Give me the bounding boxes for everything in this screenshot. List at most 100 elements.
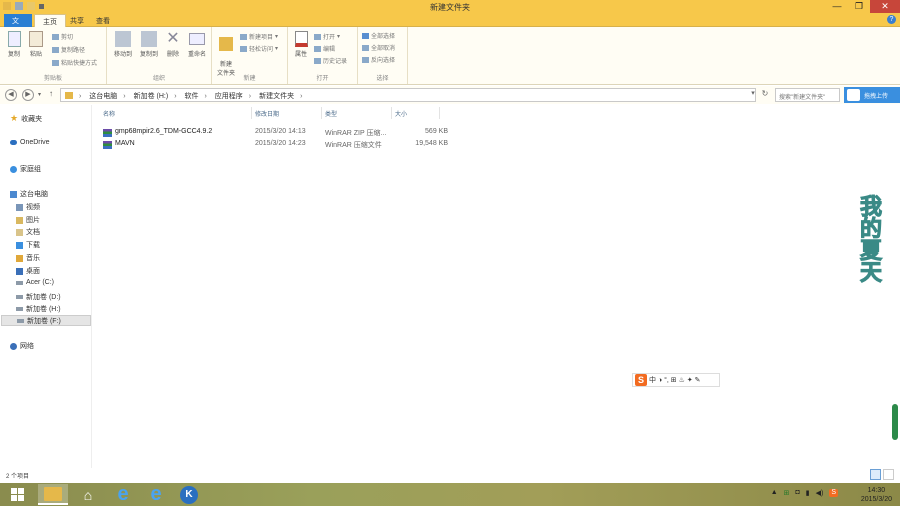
column-header-date[interactable]: 修改日期	[255, 109, 279, 118]
address-bar-row: ◀ ▶ ▾ ↑ › 这台电脑 › 新加卷 (H:) › 软件 › 应用程序 › 新建文件…	[0, 86, 900, 104]
downloads-icon	[16, 241, 23, 249]
start-button[interactable]	[2, 484, 32, 505]
ime-toolbar[interactable]: S 中 ◑ °, ⊞ ♨ ✦ ✎	[632, 373, 720, 387]
copy-to-button[interactable]: 复制到	[137, 31, 161, 58]
home-icon: ⌂	[83, 486, 93, 503]
minimize-button[interactable]: —	[826, 0, 848, 13]
sidebar-item-network[interactable]: 网络	[10, 341, 34, 351]
edit-button[interactable]: 编辑	[314, 44, 335, 53]
sidebar-item-this-pc[interactable]: 这台电脑	[10, 189, 48, 199]
tab-view[interactable]: 查看	[88, 14, 118, 27]
file-type: WinRAR ZIP 压缩...	[325, 130, 387, 137]
show-hidden-icon[interactable]: ▲	[771, 489, 778, 497]
cloud-upload-icon	[847, 89, 860, 101]
drive-icon	[16, 307, 23, 311]
file-name: MAVN	[115, 140, 135, 147]
k-app-taskbar-button[interactable]: K	[174, 484, 204, 505]
volume-icon[interactable]: ◀)	[816, 489, 824, 497]
search-input[interactable]: 搜索"新建文件夹"	[775, 88, 840, 102]
sidebar-item-homegroup[interactable]: 家庭组	[10, 164, 41, 174]
sidebar-item-downloads[interactable]: 下载	[16, 240, 40, 250]
select-none-button[interactable]: 全部取消	[362, 43, 395, 52]
desktop-watermark: 我的夏天	[859, 194, 882, 286]
copy-path-icon	[52, 46, 59, 53]
ime-status-icons[interactable]: 中 ◑ °, ⊞ ♨ ✦ ✎	[649, 375, 701, 385]
sidebar-item-drive-f[interactable]: 新加卷 (F:)	[1, 315, 91, 326]
desktop-icon	[16, 267, 23, 275]
cut-button[interactable]: 剪切	[52, 32, 73, 41]
paste-shortcut-button[interactable]: 粘贴快捷方式	[52, 58, 97, 67]
battery-icon[interactable]: ▮	[806, 489, 810, 497]
move-to-button[interactable]: 移动到	[111, 31, 135, 58]
breadcrumb-this-pc[interactable]: 这台电脑	[89, 93, 117, 100]
item-count: 2 个项目	[6, 474, 30, 480]
up-button[interactable]: ↑	[49, 89, 53, 98]
close-button[interactable]: ✕	[870, 0, 900, 13]
properties-icon	[294, 31, 308, 47]
address-dropdown-icon[interactable]: ▾	[748, 88, 758, 102]
help-icon[interactable]: ?	[887, 15, 896, 24]
properties-button[interactable]: 属性	[291, 31, 311, 58]
pictures-icon	[16, 216, 23, 224]
home-taskbar-button[interactable]: ⌂	[73, 484, 103, 505]
table-row[interactable]: gmp68mpir2.6_TDM-GCC4.9.2 2015/3/20 14:1…	[103, 128, 448, 140]
new-folder-button[interactable]: 新建 文件夹	[215, 31, 237, 77]
ie-taskbar-button-2[interactable]: e	[141, 483, 171, 505]
sidebar-item-drive-h[interactable]: 新加卷 (H:)	[16, 304, 61, 314]
music-icon	[16, 254, 23, 262]
breadcrumb-apps[interactable]: 应用程序	[215, 93, 243, 100]
tab-file[interactable]: 文件	[4, 14, 32, 35]
sidebar-item-drive-c[interactable]: Acer (C:)	[16, 279, 54, 286]
open-button[interactable]: 打开 ▾	[314, 32, 340, 41]
maximize-button[interactable]: ❐	[848, 0, 870, 13]
breadcrumb-drive[interactable]: 新加卷 (H:)	[134, 93, 169, 100]
sidebar-item-favorites[interactable]: ★ 收藏夹	[10, 113, 42, 124]
sidebar-item-onedrive[interactable]: OneDrive	[10, 139, 50, 146]
flag-icon[interactable]: ◘	[796, 489, 800, 497]
refresh-icon[interactable]: ↻	[759, 88, 771, 102]
sidebar-item-pictures[interactable]: 图片	[16, 215, 40, 225]
winrar-archive-icon	[103, 129, 112, 137]
folder-icon	[219, 37, 233, 51]
details-view-button[interactable]	[870, 469, 881, 480]
breadcrumb-new-folder[interactable]: 新建文件夹	[259, 93, 294, 100]
column-header-name[interactable]: 名称	[103, 109, 115, 118]
sogou-tray-icon[interactable]: S	[829, 489, 838, 497]
sidebar-item-music[interactable]: 音乐	[16, 253, 40, 263]
sidebar-item-drive-d[interactable]: 新加卷 (D:)	[16, 292, 61, 302]
paste-button[interactable]: 粘贴	[26, 31, 46, 58]
forward-button[interactable]: ▶	[22, 89, 34, 101]
column-header-size[interactable]: 大小	[395, 109, 407, 118]
clock-date: 2015/3/20	[860, 496, 892, 503]
large-icons-view-button[interactable]	[883, 469, 894, 480]
easy-access-button[interactable]: 轻松访问 ▾	[240, 44, 278, 53]
new-item-button[interactable]: 新建项目 ▾	[240, 32, 278, 41]
drive-icon	[16, 280, 23, 285]
recent-locations-icon[interactable]: ▾	[38, 91, 41, 98]
select-all-button[interactable]: 全部选择	[362, 31, 395, 40]
delete-button[interactable]: ✕ 删除	[163, 31, 183, 59]
table-row[interactable]: MAVN 2015/3/20 14:23 WinRAR 压缩文件 19,548 …	[103, 140, 448, 152]
address-input[interactable]: › 这台电脑 › 新加卷 (H:) › 软件 › 应用程序 › 新建文件夹 ›	[60, 88, 756, 102]
file-list: 名称 修改日期 类型 大小 gmp68mpir2.6_TDM-GCC4.9.2 …	[93, 105, 900, 468]
sidebar-item-documents[interactable]: 文档	[16, 227, 40, 237]
history-button[interactable]: 历史记录	[314, 56, 347, 65]
invert-selection-button[interactable]: 反向选择	[362, 55, 395, 64]
ie-taskbar-button[interactable]: e	[108, 483, 138, 505]
taskbar-clock[interactable]: 14:30 2015/3/20	[861, 486, 892, 504]
invert-selection-icon	[362, 56, 369, 63]
file-explorer-taskbar-button[interactable]	[38, 484, 68, 505]
network-tray-icon[interactable]: ⊞	[784, 489, 790, 497]
rename-button[interactable]: 重命名	[185, 31, 209, 58]
copy-button[interactable]: 复制	[4, 31, 24, 58]
drag-upload-button[interactable]: 拖拽上传	[844, 87, 900, 103]
back-button[interactable]: ◀	[5, 89, 17, 101]
move-to-icon	[115, 31, 131, 47]
sidebar-item-desktop[interactable]: 桌面	[16, 266, 40, 276]
clipboard-group: 复制 粘贴 剪切 复制路径 粘贴快捷方式 剪贴板	[0, 27, 107, 84]
breadcrumb-software[interactable]: 软件	[185, 93, 199, 100]
sidebar-item-videos[interactable]: 视频	[16, 202, 40, 212]
column-header-type[interactable]: 类型	[325, 109, 337, 118]
copy-path-button[interactable]: 复制路径	[52, 45, 85, 54]
organize-label: 组织	[152, 76, 165, 82]
